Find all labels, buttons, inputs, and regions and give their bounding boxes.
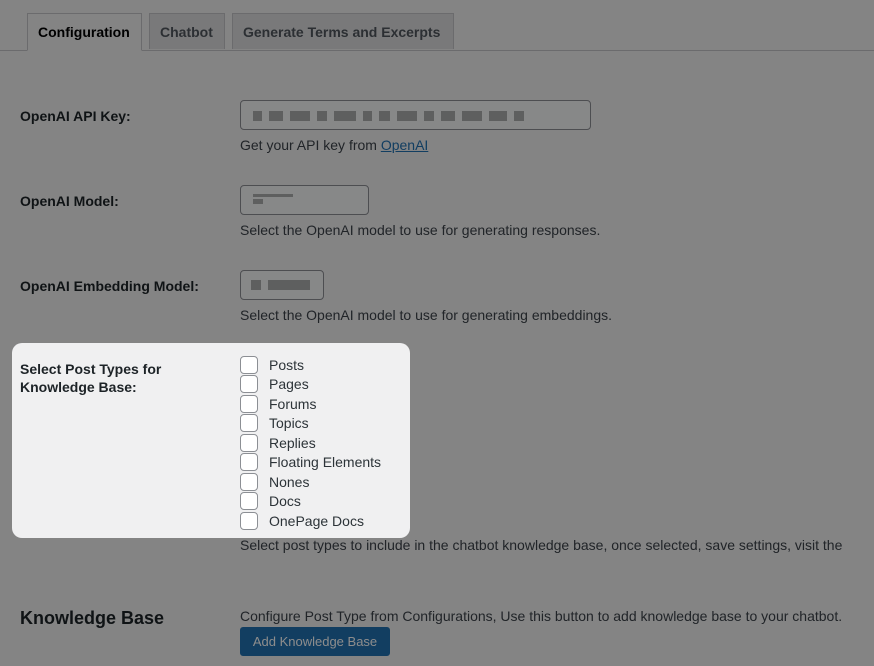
post-type-docs[interactable]: Docs [240,492,381,512]
post-type-forums[interactable]: Forums [240,394,381,414]
post-type-onepage-docs[interactable]: OnePage Docs [240,511,381,531]
settings-tabs: Configuration Chatbot Generate Terms and… [0,0,874,51]
post-type-posts[interactable]: Posts [240,355,381,375]
api-key-description: Get your API key from OpenAI [240,136,428,154]
api-key-input[interactable] [240,100,591,130]
tab-generate-terms[interactable]: Generate Terms and Excerpts [232,13,454,49]
post-types-panel: Select Post Types for Knowledge Base: Po… [12,343,410,538]
model-label: OpenAI Model: [20,193,119,209]
post-types-checklist: Posts Pages Forums Topics Replies Floati… [240,355,381,531]
add-knowledge-base-button[interactable]: Add Knowledge Base [240,627,390,656]
checkbox[interactable] [240,472,258,491]
api-key-label: OpenAI API Key: [20,108,131,124]
checkbox[interactable] [240,394,258,413]
post-type-topics[interactable]: Topics [240,414,381,434]
checkbox[interactable] [240,492,258,511]
masked-value [251,280,310,290]
post-types-description: Select post types to include in the chat… [240,537,843,553]
post-type-replies[interactable]: Replies [240,433,381,453]
checkbox[interactable] [240,355,258,374]
checkbox[interactable] [240,433,258,452]
model-select[interactable] [240,185,369,215]
masked-value [253,111,524,121]
tab-configuration[interactable]: Configuration [27,13,142,51]
openai-link[interactable]: OpenAI [381,137,428,153]
masked-value [253,194,293,204]
checkbox[interactable] [240,511,258,530]
tab-chatbot[interactable]: Chatbot [149,13,225,49]
checkbox[interactable] [240,453,258,472]
embedding-model-description: Select the OpenAI model to use for gener… [240,307,613,323]
post-type-pages[interactable]: Pages [240,375,381,395]
embedding-model-label: OpenAI Embedding Model: [20,278,199,294]
api-key-desc-text: Get your API key from [240,137,381,153]
knowledge-base-description: Configure Post Type from Configurations,… [240,608,843,624]
post-type-floating-elements[interactable]: Floating Elements [240,453,381,473]
model-description: Select the OpenAI model to use for gener… [240,222,601,238]
post-types-label: Select Post Types for Knowledge Base: [20,361,162,395]
checkbox[interactable] [240,414,258,433]
post-type-nones[interactable]: Nones [240,472,381,492]
checkbox[interactable] [240,375,258,394]
knowledge-base-title: Knowledge Base [20,608,165,628]
embedding-model-select[interactable] [240,270,324,300]
